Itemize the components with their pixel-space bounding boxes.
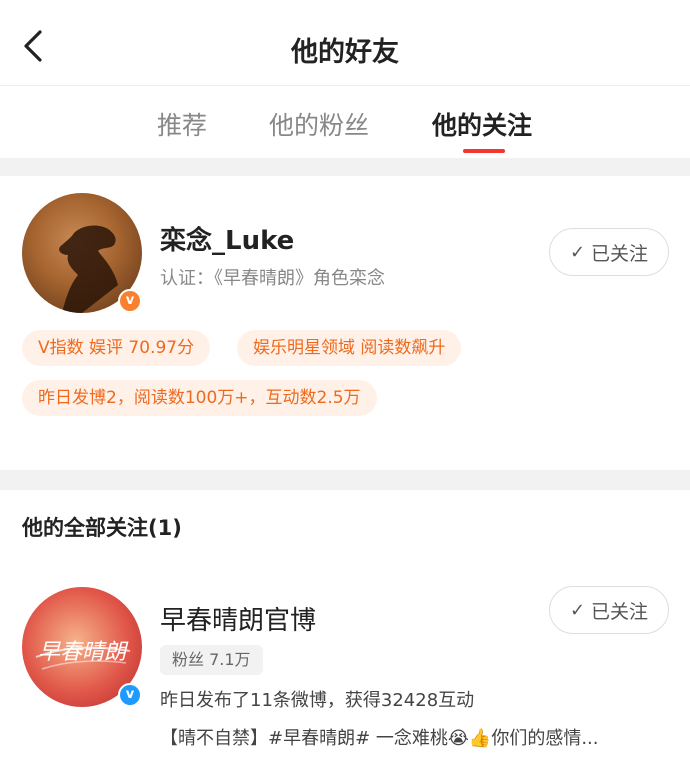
check-icon: ✓	[569, 599, 586, 621]
section-title: 他的全部关注(1)	[22, 516, 182, 540]
tag-reads-soaring[interactable]: 娱乐明星领域 阅读数飙升	[237, 330, 462, 366]
avatar-logo-text: 早春晴朗	[38, 640, 129, 665]
tab-bar: 推荐 他的粉丝 他的关注	[0, 86, 690, 158]
separator	[0, 158, 690, 176]
tag-v-index[interactable]: V指数 娱评 70.97分	[22, 330, 211, 366]
followed-button[interactable]: ✓ 已关注	[549, 586, 669, 634]
followed-label: 已关注	[591, 600, 649, 623]
active-tab-indicator	[463, 149, 505, 153]
tab-his-fans[interactable]: 他的粉丝	[269, 106, 369, 142]
following-name[interactable]: 早春晴朗官博	[160, 600, 316, 637]
activity-summary: 昨日发布了11条微博，获得32428互动	[160, 690, 475, 711]
followed-button[interactable]: ✓ 已关注	[549, 228, 669, 276]
profile-card: v 栾念_Luke 认证：《早春晴朗》角色栾念 ✓ 已关注 V指数 娱评 70.…	[0, 176, 690, 470]
verified-badge-icon: v	[118, 289, 142, 313]
verification-text: 认证：《早春晴朗》角色栾念	[160, 268, 385, 289]
fans-count-badge: 粉丝 7.1万	[160, 645, 263, 675]
top-nav: 他的好友	[0, 0, 690, 86]
page-title: 他的好友	[291, 37, 399, 68]
latest-post-snippet[interactable]: 【晴不自禁】#早春晴朗# 一念难桃😭👍你们的感情...	[160, 724, 660, 750]
tab-his-following[interactable]: 他的关注	[432, 106, 532, 142]
tab-recommend[interactable]: 推荐	[157, 106, 207, 142]
separator	[0, 470, 690, 490]
profile-name[interactable]: 栾念_Luke	[160, 220, 294, 257]
tag-yesterday-stats[interactable]: 昨日发博2，阅读数100万+，互动数2.5万	[22, 380, 377, 416]
verified-badge-icon: v	[118, 683, 142, 707]
followed-label: 已关注	[591, 242, 649, 265]
check-icon: ✓	[569, 241, 586, 263]
